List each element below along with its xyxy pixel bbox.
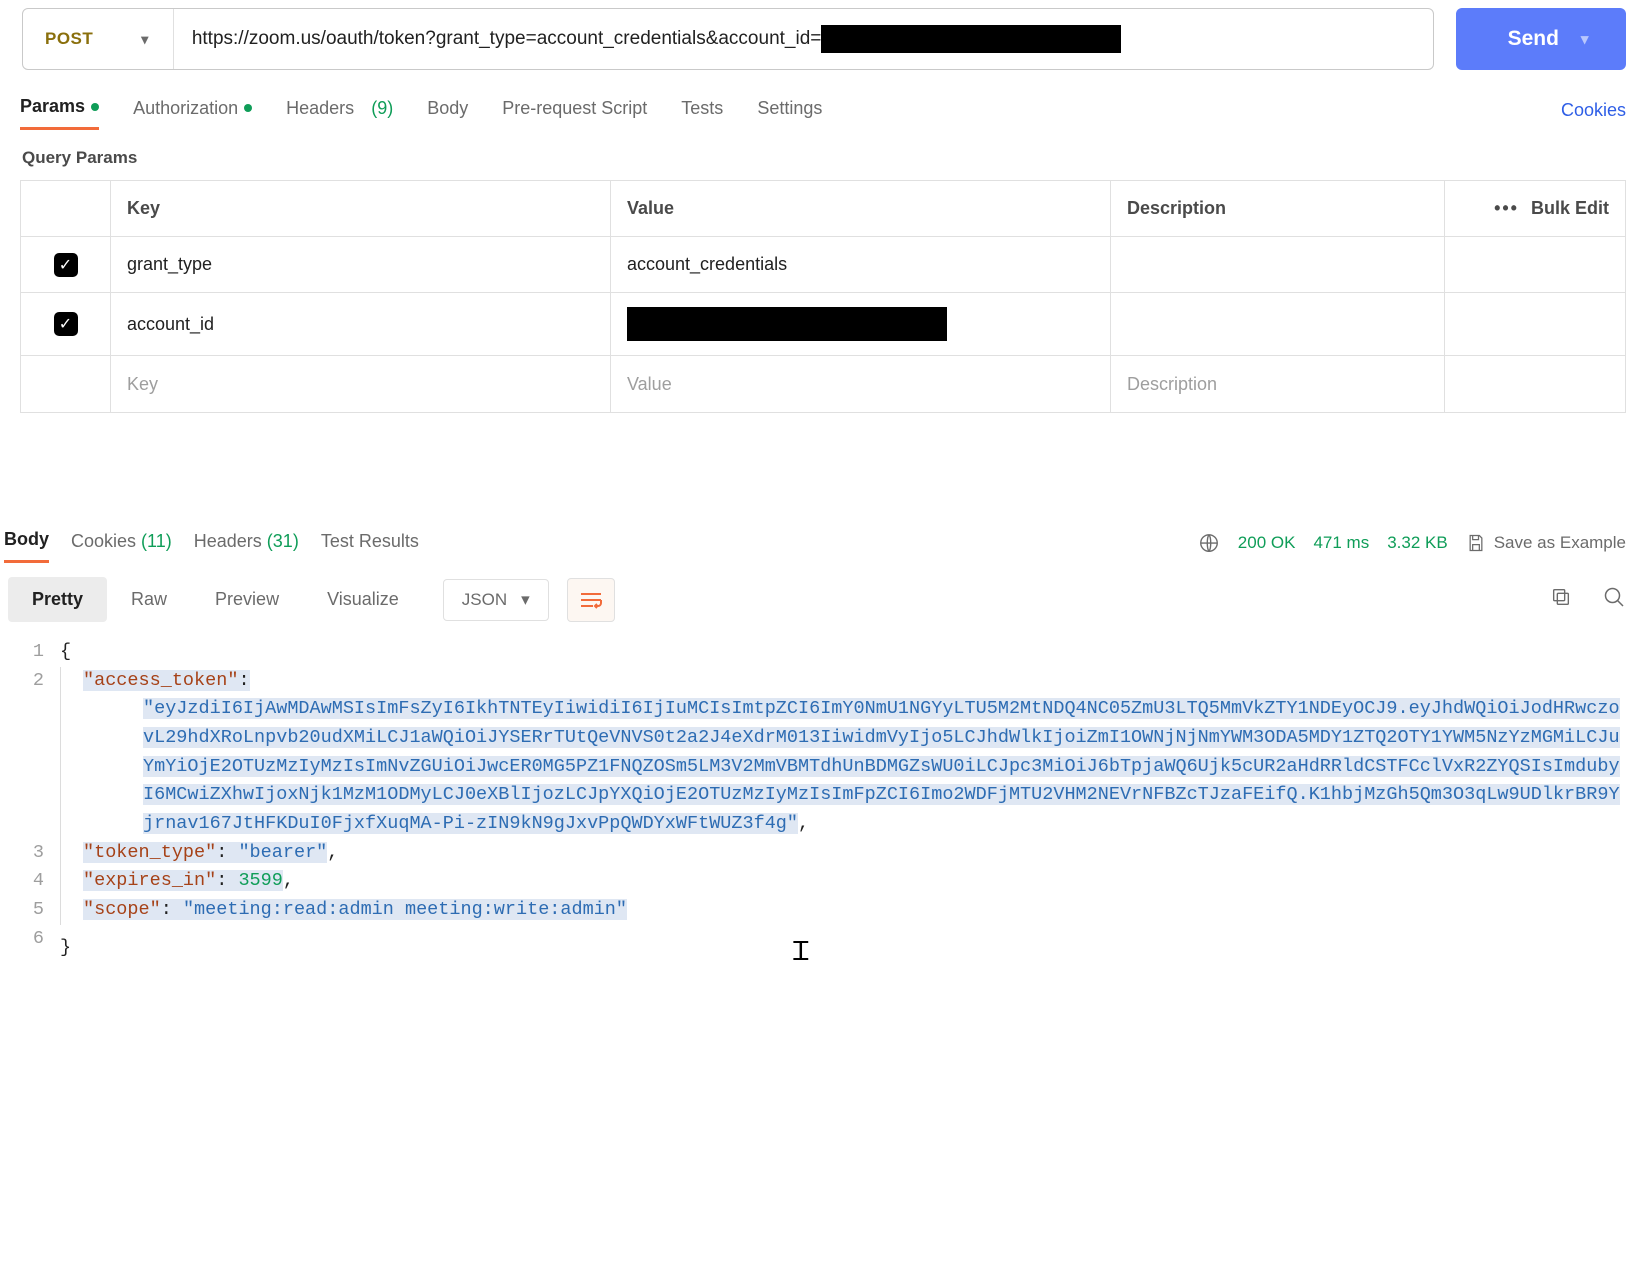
json-key: "expires_in" [83,870,216,891]
param-desc-cell[interactable] [1111,293,1445,355]
text-cursor-icon: Ꮖ [793,933,810,973]
response-tabs: Body Cookies (11) Headers (31) Test Resu… [0,413,1646,563]
network-icon[interactable] [1198,532,1220,554]
tab-label: Tests [681,98,723,119]
param-desc-placeholder[interactable]: Description [1111,356,1445,412]
json-string-value: "bearer" [238,842,327,863]
header-actions: ••• Bulk Edit [1445,181,1625,236]
request-tabs: Params Authorization Headers (9) Body Pr… [0,90,1646,130]
json-string-value: "meeting:read:admin meeting:write:admin" [183,899,627,920]
tab-settings[interactable]: Settings [757,92,822,129]
header-description: Description [1111,181,1445,236]
response-tab-test-results[interactable]: Test Results [321,525,419,562]
tab-body[interactable]: Body [427,92,468,129]
param-value-placeholder[interactable]: Value [611,356,1111,412]
response-status: 200 OK [1238,533,1296,553]
view-tab-preview[interactable]: Preview [191,577,303,622]
response-json-viewer[interactable]: 1{ 2 "access_token":"eyJzdiI6IjAwMDAwMSI… [0,622,1646,965]
chevron-down-icon: ▾ [521,590,530,610]
active-dot-icon [244,104,252,112]
url-box: POST ▾ https://zoom.us/oauth/token?grant… [22,8,1434,70]
chevron-down-icon[interactable]: ▾ [1581,30,1589,48]
response-meta-right: 200 OK 471 ms 3.32 KB Save as Example [1198,532,1626,554]
response-size: 3.32 KB [1387,533,1448,553]
tab-label: Params [20,96,85,117]
row-checkbox[interactable]: ✓ [54,312,78,336]
search-icon[interactable] [1602,585,1626,614]
param-key-placeholder[interactable]: Key [111,356,611,412]
bulk-edit-button[interactable]: Bulk Edit [1531,198,1609,219]
tab-label: Pre-request Script [502,98,647,119]
row-actions [1445,293,1625,355]
line-number: 2 [14,667,60,696]
json-key: "access_token" [83,670,238,691]
tab-count: (9) [371,98,393,119]
more-options-icon[interactable]: ••• [1494,198,1519,219]
send-button[interactable]: Send ▾ [1456,8,1626,70]
response-view-toolbar: Pretty Raw Preview Visualize JSON ▾ [0,563,1646,622]
wrap-icon [579,590,603,610]
cookies-link[interactable]: Cookies [1561,100,1626,121]
line-number: 1 [14,638,60,667]
json-number-value: 3599 [238,870,282,891]
response-tab-body[interactable]: Body [4,523,49,563]
save-icon [1466,533,1486,553]
tab-tests[interactable]: Tests [681,92,723,129]
tab-authorization[interactable]: Authorization [133,92,252,129]
format-select-label: JSON [462,590,507,610]
json-key: "scope" [83,899,161,920]
header-check [21,181,111,236]
query-params-table: Key Value Description ••• Bulk Edit ✓ gr… [20,180,1626,413]
active-dot-icon [91,103,99,111]
param-desc-cell[interactable] [1111,237,1445,292]
view-tab-visualize[interactable]: Visualize [303,577,423,622]
json-string-value: "eyJzdiI6IjAwMDAwMSIsImFsZyI6IkhTNTEyIiw… [143,698,1620,834]
response-format-select[interactable]: JSON ▾ [443,579,549,621]
view-tab-pretty[interactable]: Pretty [8,577,107,622]
response-time: 471 ms [1313,533,1369,553]
param-value-cell[interactable]: account_credentials [611,237,1111,292]
request-url-input[interactable]: https://zoom.us/oauth/token?grant_type=a… [174,9,1433,69]
response-tab-cookies[interactable]: Cookies (11) [71,525,172,562]
send-button-label: Send [1508,27,1559,51]
header-key: Key [111,181,611,236]
json-key: "token_type" [83,842,216,863]
query-params-heading: Query Params [0,130,1646,180]
tab-pre-request-script[interactable]: Pre-request Script [502,92,647,129]
url-redacted-segment [821,25,1121,53]
wrap-lines-button[interactable] [567,578,615,622]
tab-label: Settings [757,98,822,119]
chevron-down-icon: ▾ [141,31,149,48]
line-number: 6 [14,925,60,954]
tab-label: Authorization [133,98,238,119]
table-header-row: Key Value Description ••• Bulk Edit [21,181,1625,237]
table-row: ✓ account_id [21,293,1625,356]
http-method-select[interactable]: POST ▾ [23,9,174,69]
tab-label: Body [427,98,468,119]
http-method-label: POST [45,29,93,49]
header-value: Value [611,181,1111,236]
save-as-example-button[interactable]: Save as Example [1466,533,1626,553]
table-row: ✓ grant_type account_credentials [21,237,1625,293]
line-number: 3 [14,839,60,868]
tab-label: Headers [286,98,354,119]
line-number: 4 [14,867,60,896]
param-value-cell[interactable] [611,293,1111,355]
value-redacted [627,307,947,341]
response-tab-headers[interactable]: Headers (31) [194,525,299,562]
line-number: 5 [14,896,60,925]
request-url-text: https://zoom.us/oauth/token?grant_type=a… [192,25,1122,53]
copy-icon[interactable] [1550,586,1572,613]
param-key-cell[interactable]: account_id [111,293,611,355]
param-key-cell[interactable]: grant_type [111,237,611,292]
row-actions [1445,237,1625,292]
tab-params[interactable]: Params [20,90,99,130]
table-row-placeholder[interactable]: Key Value Description [21,356,1625,412]
row-checkbox[interactable]: ✓ [54,253,78,277]
tab-headers[interactable]: Headers (9) [286,92,393,129]
view-tab-raw[interactable]: Raw [107,577,191,622]
